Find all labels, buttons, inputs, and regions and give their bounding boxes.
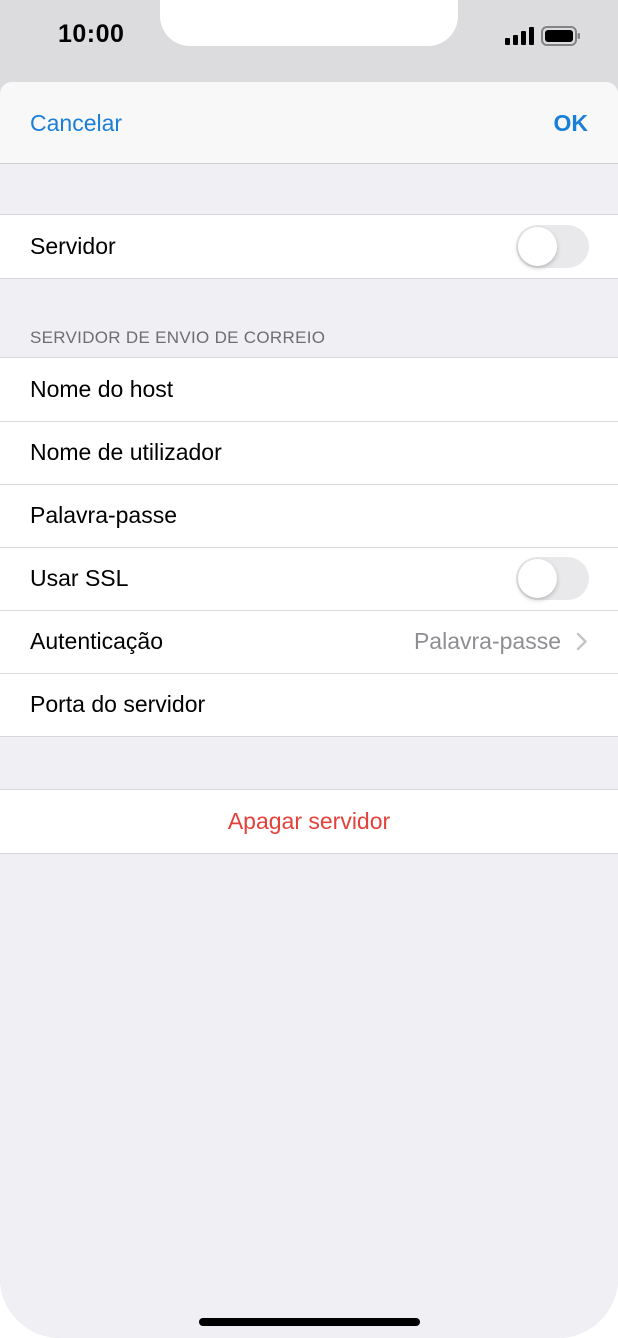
ssl-toggle[interactable] xyxy=(516,557,589,600)
chevron-right-icon xyxy=(576,632,587,651)
hostname-label: Nome do host xyxy=(30,376,174,402)
server-label: Servidor xyxy=(30,233,116,259)
outgoing-section-header: SERVIDOR DE ENVIO DE CORREIO xyxy=(30,328,326,347)
ssl-label: Usar SSL xyxy=(30,565,129,591)
authentication-value: Palavra-passe xyxy=(413,628,561,654)
delete-server-label: Apagar servidor xyxy=(227,808,391,834)
authentication-label: Autenticação xyxy=(30,628,163,654)
cancel-button[interactable]: Cancelar xyxy=(30,110,122,137)
username-row[interactable]: Nome de utilizador xyxy=(0,421,618,484)
navigation-bar: Cancelar OK xyxy=(0,82,618,164)
delete-server-button[interactable]: Apagar servidor xyxy=(0,790,618,853)
username-label: Nome de utilizador xyxy=(30,439,222,465)
toggle-knob xyxy=(518,559,557,598)
cellular-signal-icon xyxy=(505,27,534,45)
delete-group: Apagar servidor xyxy=(0,789,618,854)
password-row[interactable]: Palavra-passe xyxy=(0,484,618,547)
hostname-row[interactable]: Nome do host xyxy=(0,358,618,421)
server-row: Servidor xyxy=(0,215,618,278)
modal-sheet: Cancelar OK Servidor SERVIDOR DE ENVIO D… xyxy=(0,82,618,1338)
phone-frame: 10:00 Cancelar OK Servidor SERVIDOR DE E… xyxy=(0,0,618,1338)
home-indicator xyxy=(199,1318,420,1326)
server-toggle[interactable] xyxy=(516,225,589,268)
notch xyxy=(160,0,458,46)
authentication-row[interactable]: Autenticação Palavra-passe xyxy=(0,610,618,673)
server-port-row[interactable]: Porta do servidor xyxy=(0,673,618,736)
password-label: Palavra-passe xyxy=(30,502,178,528)
server-group: Servidor xyxy=(0,214,618,279)
status-time: 10:00 xyxy=(58,20,125,48)
outgoing-server-group: Nome do host Nome de utilizador Palavra-… xyxy=(0,357,618,737)
status-bar: 10:00 xyxy=(0,0,618,82)
battery-icon xyxy=(541,26,580,46)
ok-button[interactable]: OK xyxy=(554,110,589,137)
server-port-label: Porta do servidor xyxy=(30,691,206,717)
ssl-row: Usar SSL xyxy=(0,547,618,610)
toggle-knob xyxy=(518,227,557,266)
